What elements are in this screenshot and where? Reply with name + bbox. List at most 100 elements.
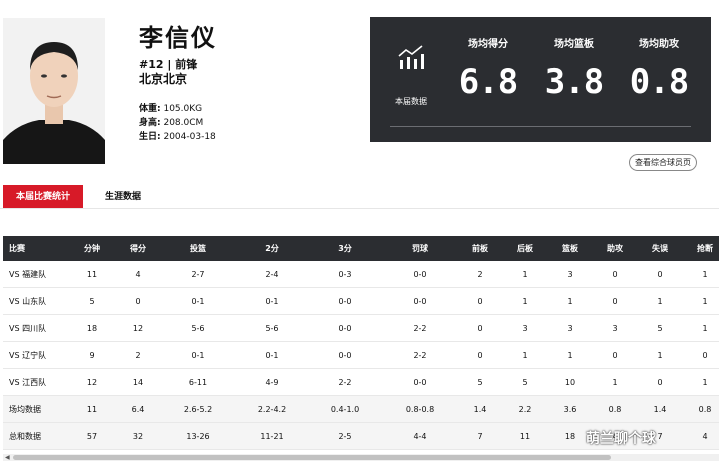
cell-def-reb: 11: [519, 431, 531, 441]
cell-def-reb: 1: [522, 269, 528, 279]
cell-assists: 0.8: [608, 404, 622, 414]
cell-three-pt: 0-0: [338, 350, 352, 360]
cell-ft: 4-4: [413, 431, 427, 441]
height-label: 身高:: [139, 118, 161, 128]
player-height: 身高: 208.0CM: [139, 115, 203, 128]
cell-points: 0: [135, 296, 141, 306]
weight-label: 体重:: [139, 104, 161, 114]
cell-minutes: 18: [86, 323, 98, 333]
cell-points: 12: [132, 323, 144, 333]
cell-off-reb: 0: [477, 323, 483, 333]
cell-rebounds: 3.6: [563, 404, 577, 414]
weight-value: 105.0KG: [163, 104, 203, 114]
header-ft: 罚球: [412, 244, 428, 253]
cell-rebounds: 1: [567, 350, 573, 360]
cell-three-pt: 0.4-1.0: [330, 404, 360, 414]
cell-assists: 1: [612, 377, 618, 387]
cell-rebounds: 1: [567, 296, 573, 306]
cell-fg: 0-1: [191, 350, 205, 360]
table-body: VS 福建队 11 4 2-7 2-4 0-3 0-0 2 1 3 0 0 1 VS 山东队 5 0 0-1 0-…: [3, 261, 719, 450]
cell-steals: 0.8: [698, 404, 712, 414]
table-row: VS 福建队 11 4 2-7 2-4 0-3 0-0 2 1 3 0 0 1: [3, 261, 719, 288]
header-two-pt: 2分: [265, 244, 279, 253]
cell-two-pt: 2-4: [265, 269, 279, 279]
cell-two-pt: 4-9: [265, 377, 279, 387]
cell-assists: 0: [612, 350, 618, 360]
cell-two-pt: 0-1: [265, 350, 279, 360]
table-row: VS 江西队 12 14 6-11 4-9 2-2 0-0 5 5 10 1 0 1: [3, 369, 719, 396]
table-row: VS 四川队 18 12 5-6 5-6 0-0 2-2 0 3 3 3 5 1: [3, 315, 719, 342]
view-player-page-button[interactable]: 查看综合球员页: [629, 154, 697, 171]
header-turnovers: 失误: [652, 244, 668, 253]
avg-points-value: 6.8: [458, 62, 518, 102]
cell-three-pt: 2-2: [338, 377, 352, 387]
cell-def-reb: 3: [522, 323, 528, 333]
season-data-label: 本届数据: [395, 97, 427, 106]
card-divider: [390, 126, 691, 127]
header-rebounds: 篮板: [562, 244, 578, 253]
player-weight: 体重: 105.0KG: [139, 101, 202, 114]
cell-off-reb: 0: [477, 296, 483, 306]
cell-minutes: 9: [89, 350, 95, 360]
scrollbar-thumb[interactable]: [13, 455, 611, 460]
cell-rebounds: 10: [564, 377, 576, 387]
cell-def-reb: 1: [522, 296, 528, 306]
player-hometown: 北京北京: [139, 72, 188, 86]
cell-steals: 4: [702, 431, 708, 441]
cell-assists: 0: [612, 269, 618, 279]
cell-two-pt: 0-1: [265, 296, 279, 306]
cell-fg: 13-26: [186, 431, 210, 441]
cell-turnovers: 0: [657, 377, 663, 387]
birth-value: 2004-03-18: [163, 132, 216, 142]
cell-ft: 2-2: [413, 323, 427, 333]
header-off-reb: 前板: [472, 244, 488, 253]
tab-current-season[interactable]: 本届比赛统计: [3, 185, 83, 209]
cell-opponent: 总和数据: [9, 431, 41, 441]
cell-opponent: VS 四川队: [9, 323, 47, 333]
cell-two-pt: 11-21: [260, 431, 284, 441]
cell-off-reb: 2: [477, 269, 483, 279]
watermark: 萌兰聊个球: [586, 431, 656, 447]
cell-steals: 0: [702, 350, 708, 360]
season-stats-card: 本届数据 场均得分 6.8 场均篮板 3.8 场均助攻 0.8: [370, 17, 711, 142]
header-assists: 助攻: [607, 244, 623, 253]
game-stats-table: 比赛 分钟 得分 投篮 2分 3分 罚球 前板 后板 篮板 助攻 失误 抢断 VS 福建队 11 4 2-7 2…: [3, 236, 719, 450]
cell-ft: 0-0: [413, 296, 427, 306]
header-def-reb: 后板: [517, 244, 533, 253]
cell-off-reb: 7: [477, 431, 483, 441]
cell-off-reb: 5: [477, 377, 483, 387]
cell-turnovers: 1: [657, 350, 663, 360]
cell-two-pt: 5-6: [265, 323, 279, 333]
cell-ft: 0-0: [413, 377, 427, 387]
cell-fg: 6-11: [188, 377, 208, 387]
header-steals: 抢断: [697, 244, 713, 253]
cell-assists: 3: [612, 323, 618, 333]
avg-points-column: 场均得分 6.8: [453, 35, 523, 102]
table-row: VS 辽宁队 9 2 0-1 0-1 0-0 2-2 0 1 1 0 1 0: [3, 342, 719, 369]
header-points: 得分: [130, 244, 146, 253]
cell-def-reb: 1: [522, 350, 528, 360]
cell-fg: 2-7: [191, 269, 205, 279]
avg-rebounds-column: 场均篮板 3.8: [539, 35, 609, 102]
cell-minutes: 5: [89, 296, 95, 306]
avg-assists-column: 场均助攻 0.8: [624, 35, 694, 102]
cell-three-pt: 0-0: [338, 323, 352, 333]
cell-fg: 0-1: [191, 296, 205, 306]
cell-turnovers: 5: [657, 323, 663, 333]
cell-steals: 1: [702, 377, 708, 387]
horizontal-scrollbar[interactable]: ◀: [3, 454, 719, 461]
cell-three-pt: 2-5: [338, 431, 352, 441]
player-photo: [3, 18, 105, 164]
tab-underline: [0, 208, 719, 209]
tab-career[interactable]: 生涯数据: [88, 185, 158, 209]
player-birth: 生日: 2004-03-18: [139, 129, 216, 142]
cell-opponent: VS 山东队: [9, 296, 47, 306]
cell-minutes: 11: [86, 404, 98, 414]
cell-def-reb: 2.2: [518, 404, 532, 414]
cell-def-reb: 5: [522, 377, 528, 387]
cell-points: 14: [132, 377, 144, 387]
cell-turnovers: 1: [657, 296, 663, 306]
cell-rebounds: 3: [567, 269, 573, 279]
cell-points: 4: [135, 269, 141, 279]
scroll-left-icon[interactable]: ◀: [5, 454, 10, 461]
